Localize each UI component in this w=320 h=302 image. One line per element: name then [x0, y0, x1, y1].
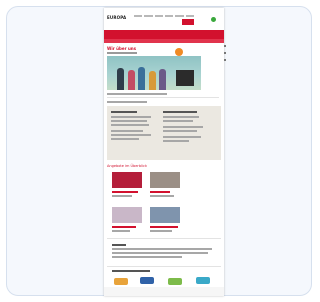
info-panel	[107, 106, 221, 160]
share-icon[interactable]	[224, 45, 226, 47]
footer	[104, 287, 224, 296]
site-logo[interactable]: EUROPA	[107, 15, 126, 20]
header-red-button[interactable]	[182, 19, 194, 25]
text-block-line	[112, 256, 182, 258]
header-green-icon[interactable]	[211, 17, 216, 22]
info-line	[163, 120, 193, 122]
partner-logo[interactable]	[114, 278, 128, 285]
offer-tile-text	[150, 230, 172, 232]
info-line	[111, 120, 147, 122]
hero-image	[107, 56, 201, 90]
offer-tile-caption[interactable]	[150, 226, 178, 228]
offer-tile-text	[112, 195, 132, 197]
top-nav-item[interactable]	[175, 15, 184, 17]
text-block-heading	[112, 244, 126, 246]
hero-subtitle-line	[107, 52, 137, 54]
content-divider	[107, 238, 221, 239]
info-line	[111, 134, 151, 136]
hero-person	[159, 69, 166, 90]
hero-person	[149, 71, 156, 90]
top-nav-item[interactable]	[164, 15, 174, 17]
info-heading-left	[111, 111, 137, 113]
top-nav-item[interactable]	[134, 15, 143, 17]
info-line	[163, 116, 199, 118]
info-heading-right	[163, 111, 197, 113]
info-line	[163, 126, 203, 128]
hero-person	[117, 68, 124, 90]
info-line	[163, 130, 197, 132]
info-line	[163, 140, 189, 142]
hero-badge-icon	[175, 48, 183, 56]
hero-board	[176, 70, 194, 86]
offer-tile-image[interactable]	[150, 172, 180, 188]
info-line	[111, 130, 143, 132]
partners-heading	[112, 270, 150, 272]
hero-divider	[107, 97, 219, 98]
main-navigation-bar[interactable]	[104, 30, 224, 43]
partner-logo[interactable]	[140, 277, 154, 284]
sub-navigation-bar[interactable]	[104, 39, 224, 43]
offer-tile-caption[interactable]	[150, 191, 170, 193]
partner-logo[interactable]	[196, 277, 210, 284]
hero-caption-line	[107, 93, 167, 95]
hero-person	[128, 70, 135, 90]
webpage-screenshot[interactable]: EUROPA Wir über uns Angebote im Überblic…	[104, 8, 224, 296]
offer-tile-caption[interactable]	[112, 191, 138, 193]
top-utility-nav[interactable]	[134, 15, 194, 18]
top-nav-item[interactable]	[144, 15, 153, 17]
info-line	[111, 116, 151, 118]
info-line	[163, 136, 201, 138]
info-line	[111, 124, 149, 126]
offer-tile-image[interactable]	[112, 172, 142, 188]
share-icon[interactable]	[224, 59, 226, 61]
offer-tile-caption[interactable]	[112, 226, 136, 228]
top-nav-item[interactable]	[185, 15, 194, 17]
partner-logo[interactable]	[168, 278, 182, 285]
top-nav-item[interactable]	[154, 15, 163, 17]
share-icon[interactable]	[224, 52, 226, 54]
hero-person	[138, 67, 145, 90]
text-block-line	[112, 248, 212, 250]
offer-tile-text	[112, 230, 130, 232]
intro-line	[107, 101, 147, 103]
hero-title: Wir über uns	[107, 46, 137, 51]
text-block-line	[112, 252, 208, 254]
offer-tile-text	[150, 195, 174, 197]
side-share-rail[interactable]	[223, 45, 227, 65]
offer-tile-image[interactable]	[112, 207, 142, 223]
section-heading: Angebote im Überblick	[107, 164, 147, 168]
offer-tile-image[interactable]	[150, 207, 180, 223]
content-divider	[107, 266, 221, 267]
info-line	[111, 138, 139, 140]
